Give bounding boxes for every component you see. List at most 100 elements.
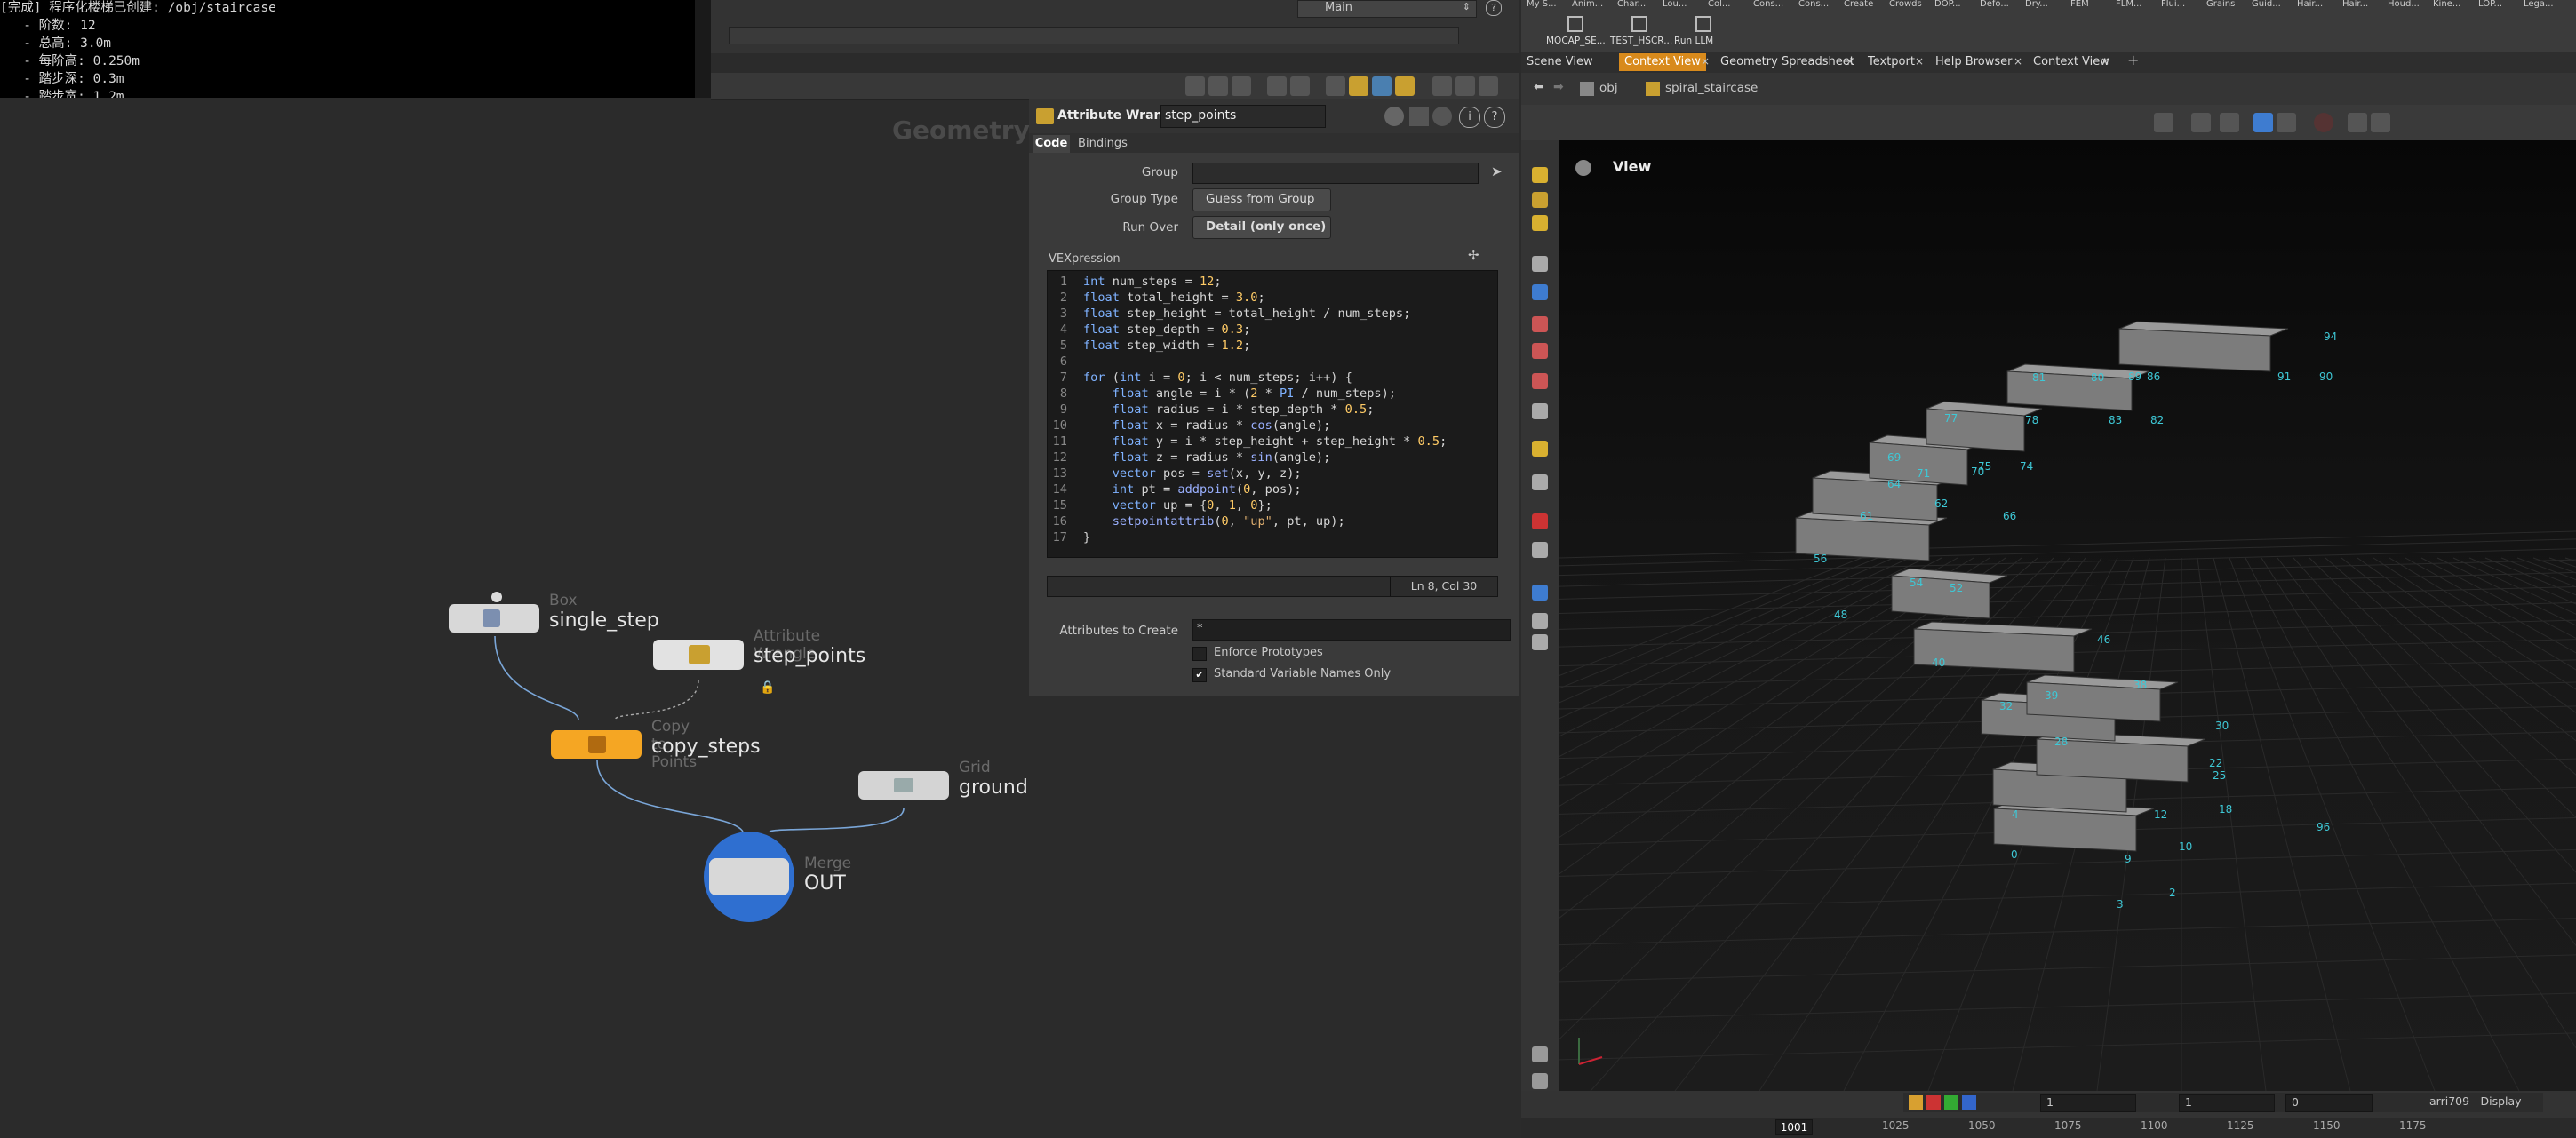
search-icon[interactable]: [1432, 107, 1452, 126]
sphere-icon[interactable]: [1532, 542, 1548, 558]
tools-icon[interactable]: [1185, 76, 1205, 96]
shelf-tab[interactable]: DOP...: [1934, 0, 1977, 9]
table-icon[interactable]: [1290, 76, 1310, 96]
group-field[interactable]: [1192, 163, 1479, 184]
shelf-tab[interactable]: LOP...: [2478, 0, 2521, 9]
gamma-field[interactable]: 0: [2285, 1094, 2373, 1112]
shelf-tool-icon[interactable]: [1631, 16, 1647, 32]
node-name-field[interactable]: step_points: [1160, 105, 1326, 128]
blue-channel-icon[interactable]: [1962, 1095, 1976, 1110]
shelf-tab[interactable]: Cons...: [1753, 0, 1796, 9]
shelf-tab[interactable]: Houd...: [2388, 0, 2430, 9]
tab-bindings[interactable]: Bindings: [1075, 135, 1130, 153]
light-icon[interactable]: [1532, 441, 1548, 457]
lock-icon[interactable]: 🔒: [760, 680, 775, 695]
shelf-tab[interactable]: Anim...: [1572, 0, 1615, 9]
display-option-select[interactable]: arri709 - Display: [2429, 1094, 2563, 1110]
lock-icon[interactable]: [1532, 284, 1548, 300]
image-icon[interactable]: [1326, 76, 1345, 96]
code-line[interactable]: int num_steps = 12;: [1083, 275, 1222, 289]
gear-icon[interactable]: [1384, 107, 1404, 126]
input-connector[interactable]: [491, 592, 502, 602]
sticky-note-icon[interactable]: [1349, 76, 1368, 96]
tab-textport[interactable]: Textport: [1862, 53, 1920, 71]
code-line[interactable]: float z = radius * sin(angle);: [1083, 450, 1331, 465]
shelf-tab[interactable]: Col...: [1708, 0, 1751, 9]
tab-geometry-spreadsheet[interactable]: Geometry Spreadsheet: [1715, 53, 1860, 71]
move-icon[interactable]: [1532, 192, 1548, 208]
standard-names-checkbox[interactable]: ✔: [1192, 668, 1207, 682]
select-icon[interactable]: [2154, 113, 2173, 132]
close-icon[interactable]: [1479, 76, 1498, 96]
record-icon[interactable]: [2314, 113, 2333, 132]
close-icon[interactable]: ×: [1701, 55, 1710, 68]
select-icon[interactable]: [1532, 256, 1548, 272]
code-line[interactable]: float step_width = 1.2;: [1083, 338, 1250, 353]
display-icon[interactable]: [1532, 1046, 1548, 1062]
tab-context-view[interactable]: Context View: [1619, 53, 1706, 71]
shelf-tab[interactable]: My S...: [1527, 0, 1569, 9]
shelf-tab[interactable]: Lega...: [2524, 0, 2566, 9]
camera-icon[interactable]: [2348, 113, 2367, 132]
close-icon[interactable]: ×: [1915, 55, 1924, 68]
close-icon[interactable]: ×: [2101, 55, 2109, 68]
shelf-tool-label[interactable]: TEST_HSCR...: [1610, 36, 1672, 46]
magnet-icon[interactable]: [1532, 316, 1548, 332]
code-line[interactable]: vector pos = set(x, y, z);: [1083, 466, 1302, 481]
green-channel-icon[interactable]: [1944, 1095, 1958, 1110]
wireframe-icon[interactable]: [2277, 113, 2296, 132]
vex-menu-icon[interactable]: ✢: [1468, 247, 1495, 263]
shelf-tool-icon[interactable]: [1567, 16, 1583, 32]
vex-code-editor[interactable]: 1 int num_steps = 12; 2 float total_height …: [1047, 270, 1498, 558]
shelf-tab[interactable]: Lou...: [1663, 0, 1705, 9]
shelf-tab[interactable]: Defo...: [1980, 0, 2022, 9]
tab-help-browser[interactable]: Help Browser: [1930, 53, 2017, 71]
shelf-tab[interactable]: Cons...: [1798, 0, 1841, 9]
info-icon[interactable]: i: [1459, 107, 1480, 128]
shelf-tool-label[interactable]: Run LLM: [1674, 36, 1713, 46]
shelf-tab[interactable]: Hair...: [2297, 0, 2340, 9]
red-channel-icon[interactable]: [1926, 1095, 1941, 1110]
brush-icon[interactable]: [1409, 107, 1429, 126]
eye-icon[interactable]: [1532, 585, 1548, 601]
select-arrow-icon[interactable]: ➤: [1491, 163, 1503, 179]
shelf-tool-icon[interactable]: [1695, 16, 1711, 32]
pin-icon[interactable]: [1532, 343, 1548, 359]
close-icon[interactable]: ×: [1846, 55, 1854, 68]
tab-scene-view[interactable]: Scene View: [1521, 53, 1599, 71]
close-icon[interactable]: ×: [2014, 55, 2022, 68]
current-frame-field[interactable]: 1001: [1775, 1119, 1813, 1135]
code-line[interactable]: vector up = {0, 1, 0};: [1083, 498, 1272, 513]
enforce-prototypes-checkbox[interactable]: [1192, 647, 1207, 661]
handle-icon[interactable]: [1532, 167, 1548, 183]
code-line[interactable]: }: [1083, 530, 1090, 545]
exposure-field[interactable]: 1: [2179, 1094, 2275, 1112]
path-node[interactable]: spiral_staircase: [1665, 81, 1758, 95]
display-points-icon[interactable]: [2253, 113, 2273, 132]
shelf-tab[interactable]: Hair...: [2342, 0, 2385, 9]
cup-icon[interactable]: [1532, 634, 1548, 650]
settings-icon[interactable]: [2371, 113, 2390, 132]
camera-icon[interactable]: [1532, 474, 1548, 490]
forward-icon[interactable]: ➡: [1553, 80, 1564, 94]
frame-field[interactable]: 1: [2040, 1094, 2136, 1112]
transform-icon[interactable]: [2220, 113, 2239, 132]
code-line[interactable]: setpointattrib(0, "up", pt, up);: [1083, 514, 1345, 529]
path-obj[interactable]: obj: [1599, 81, 1618, 95]
shelf-tab[interactable]: Kine...: [2433, 0, 2476, 9]
code-line[interactable]: float radius = i * step_depth * 0.5;: [1083, 402, 1375, 417]
code-line[interactable]: float angle = i * (2 * PI / num_steps);: [1083, 386, 1396, 401]
render-icon[interactable]: [1532, 613, 1548, 629]
shelf-tab[interactable]: Crowds: [1889, 0, 1932, 9]
code-line[interactable]: float x = radius * cos(angle);: [1083, 418, 1331, 433]
code-line[interactable]: int pt = addpoint(0, pos);: [1083, 482, 1302, 497]
paint-icon[interactable]: [1532, 373, 1548, 389]
search-icon[interactable]: [1432, 76, 1452, 96]
code-line[interactable]: for (int i = 0; i < num_steps; i++) {: [1083, 370, 1352, 385]
timeline[interactable]: 1001 1025 1050 1075 1100 1125 1150 1175: [1521, 1118, 2576, 1138]
shelf-tab[interactable]: Guid...: [2252, 0, 2294, 9]
layout-icon[interactable]: [1372, 76, 1392, 96]
bone-icon[interactable]: [1532, 403, 1548, 419]
shelf-tab[interactable]: FEM: [2070, 0, 2113, 9]
shelf-tool-label[interactable]: MOCAP_SE...: [1546, 36, 1606, 46]
